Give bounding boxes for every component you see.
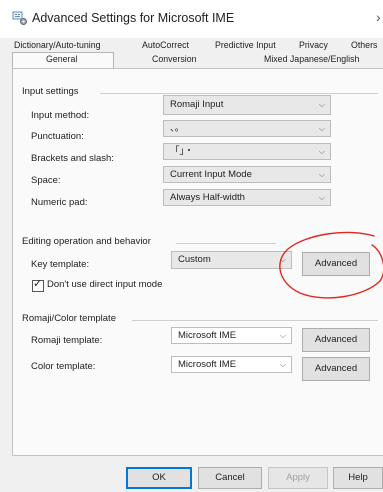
romaji-color-title: Romaji/Color template — [22, 313, 116, 324]
color-template-label: Color template: — [31, 361, 96, 372]
close-icon[interactable]: › — [376, 9, 381, 25]
chevron-down-icon: ⌵ — [318, 193, 325, 202]
punctuation-select[interactable]: 、。 ⌵ — [163, 120, 331, 137]
tab-dictionary-auto-tuning[interactable]: Dictionary/Auto-tuning — [14, 40, 101, 50]
tab-general[interactable]: General — [46, 54, 77, 64]
input-method-select[interactable]: Romaji Input ⌵ — [163, 95, 331, 115]
romaji-template-select[interactable]: Microsoft IME ⌵ — [171, 327, 292, 344]
romaji-template-label: Romaji template: — [31, 335, 103, 346]
input-method-value: Romaji Input — [170, 99, 224, 110]
window-title: Advanced Settings for Microsoft IME — [32, 11, 235, 25]
numeric-pad-select[interactable]: Always Half-width ⌵ — [163, 189, 331, 206]
cancel-button[interactable]: Cancel — [198, 467, 262, 489]
brackets-value: 「」・ — [170, 146, 194, 157]
ime-settings-icon — [12, 11, 27, 25]
input-settings-title: Input settings — [22, 86, 79, 97]
chevron-down-icon: ⌵ — [279, 331, 286, 340]
color-template-select[interactable]: Microsoft IME ⌵ — [171, 356, 292, 373]
tab-privacy[interactable]: Privacy — [299, 40, 328, 50]
color-template-value: Microsoft IME — [178, 359, 237, 370]
space-value: Current Input Mode — [170, 169, 252, 180]
help-button[interactable]: Help — [333, 467, 383, 489]
color-advanced-button[interactable]: Advanced — [302, 357, 370, 381]
brackets-select[interactable]: 「」・ ⌵ — [163, 143, 331, 160]
numeric-pad-label: Numeric pad: — [31, 197, 88, 208]
tab-autocorrect[interactable]: AutoCorrect — [142, 40, 189, 50]
brackets-label: Brackets and slash: — [31, 153, 114, 164]
checkmark-icon: ✓ — [33, 278, 43, 290]
tab-predictive-input[interactable]: Predictive Input — [215, 40, 276, 50]
title-bar: Advanced Settings for Microsoft IME › — [0, 0, 383, 38]
punctuation-label: Punctuation: — [31, 131, 84, 142]
key-template-value: Custom — [178, 254, 211, 265]
input-method-label: Input method: — [31, 110, 90, 121]
chevron-down-icon: ⌵ — [318, 124, 325, 133]
direct-input-checkbox[interactable]: ✓ — [32, 278, 44, 292]
apply-button[interactable]: Apply — [268, 467, 328, 489]
input-settings-divider — [100, 93, 378, 94]
space-label: Space: — [31, 175, 61, 186]
chevron-down-icon: ⌵ — [279, 360, 286, 369]
numeric-pad-value: Always Half-width — [170, 192, 245, 203]
editing-title: Editing operation and behavior — [22, 236, 151, 247]
key-template-select[interactable]: Custom ⌵ — [171, 251, 292, 269]
romaji-color-divider — [132, 320, 378, 321]
romaji-template-value: Microsoft IME — [178, 330, 237, 341]
chevron-down-icon: ⌵ — [318, 170, 325, 179]
key-template-advanced-button[interactable]: Advanced — [302, 252, 370, 276]
ok-button[interactable]: OK — [126, 467, 192, 489]
tab-conversion[interactable]: Conversion — [152, 54, 197, 64]
direct-input-label: Don't use direct input mode — [47, 279, 163, 290]
chevron-down-icon: ⌵ — [279, 255, 286, 264]
tab-others[interactable]: Others — [351, 40, 377, 50]
key-template-label: Key template: — [31, 259, 90, 270]
chevron-down-icon: ⌵ — [318, 100, 325, 109]
punctuation-value: 、。 — [170, 123, 185, 134]
romaji-advanced-button[interactable]: Advanced — [302, 328, 370, 352]
space-select[interactable]: Current Input Mode ⌵ — [163, 166, 331, 183]
chevron-down-icon: ⌵ — [318, 147, 325, 156]
tab-mixed-japanese-english[interactable]: Mixed Japanese/English — [264, 54, 359, 64]
editing-divider — [176, 243, 276, 244]
